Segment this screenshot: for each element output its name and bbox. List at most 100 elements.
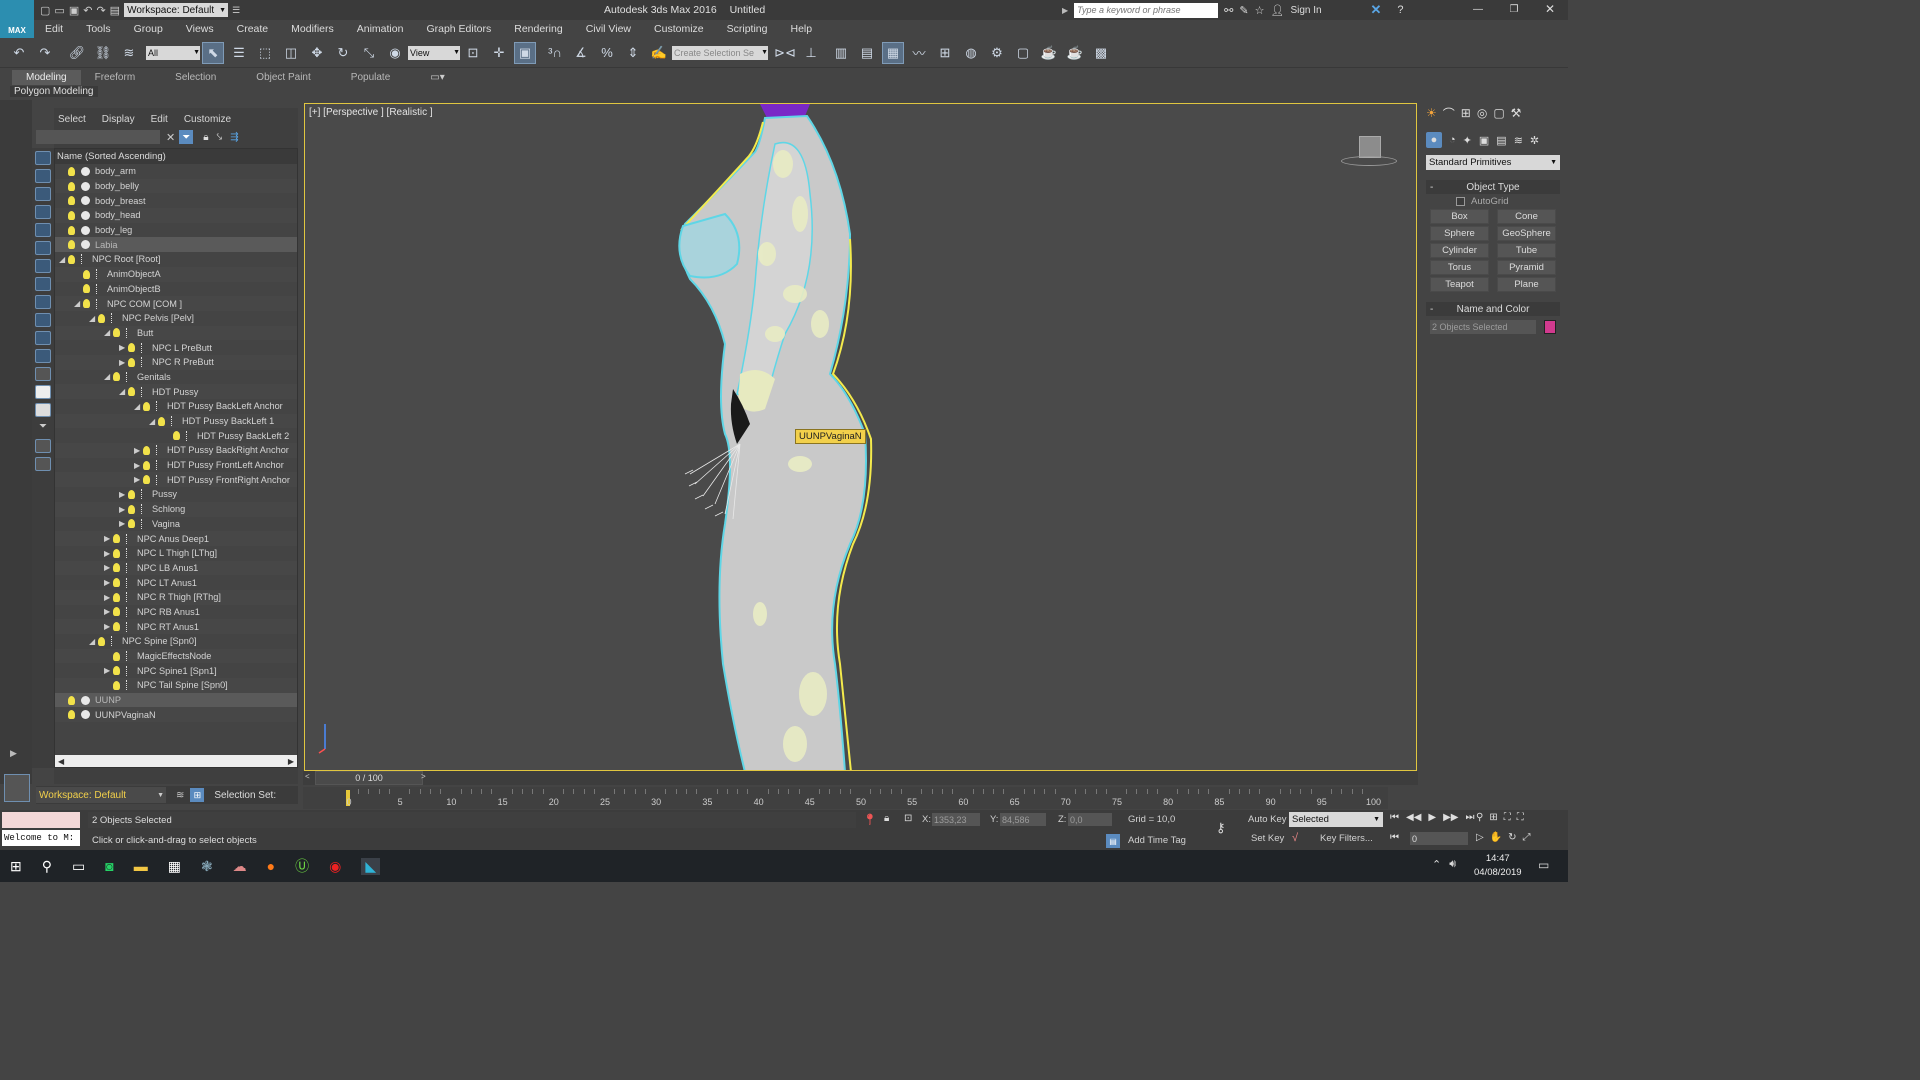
new-file-icon[interactable]: ▢ [40, 4, 50, 17]
key-mode-dropdown[interactable]: Selected ▼ [1289, 812, 1383, 827]
keyboard-shortcut-override-icon[interactable]: ▣ [514, 41, 536, 64]
menu-scripting[interactable]: Scripting [727, 23, 768, 35]
expand-arrow-icon[interactable]: ▶ [119, 505, 128, 514]
create-tab-icon[interactable]: ☀ [1426, 106, 1437, 120]
clock-date[interactable]: 04/08/2019 [1474, 867, 1522, 878]
visibility-bulb-icon[interactable] [68, 240, 75, 250]
expand-arrow-icon[interactable]: ▶ [104, 593, 113, 602]
object-name-field[interactable]: 2 Objects Selected [1430, 320, 1536, 334]
percent-snap-icon[interactable]: % [596, 42, 618, 64]
favorites-star-icon[interactable]: ☆ [1255, 4, 1265, 17]
display-frozen-icon[interactable] [35, 331, 51, 345]
tab-modeling[interactable]: Modeling [12, 69, 81, 85]
collapse-arrow-icon[interactable]: ◢ [104, 328, 113, 337]
render-setup-icon[interactable]: ⚙ [986, 42, 1008, 64]
user-icon[interactable]: 👤︎ [1270, 4, 1284, 17]
visibility-bulb-icon[interactable] [113, 680, 120, 690]
ribbon-options-icon[interactable]: ▭▾ [430, 72, 444, 83]
display-helpers-icon[interactable] [35, 223, 51, 237]
visibility-bulb-icon[interactable] [98, 313, 105, 323]
collapse-arrow-icon[interactable]: ◢ [149, 417, 158, 426]
tree-row[interactable]: ▶ NPC R Thigh [RThg] [55, 589, 297, 605]
tree-row[interactable]: ◢ NPC Pelvis [Pelv] [55, 311, 297, 326]
zoom-icon[interactable]: ⚲ [1476, 812, 1483, 823]
visibility-bulb-icon[interactable] [143, 460, 150, 470]
tree-row[interactable]: Labia [55, 237, 297, 253]
collapse-arrow-icon[interactable]: ◢ [134, 402, 143, 411]
layer-manager-icon[interactable]: ▥ [830, 42, 852, 64]
visibility-bulb-icon[interactable] [113, 578, 120, 588]
visibility-bulb-icon[interactable] [113, 534, 120, 544]
menu-modifiers[interactable]: Modifiers [291, 23, 334, 35]
maximize-icon[interactable]: ❐ [1496, 4, 1532, 15]
app-icon-3[interactable]: ◉ [329, 858, 341, 875]
collapse-arrow-icon[interactable]: ◢ [74, 299, 83, 308]
visibility-bulb-icon[interactable] [113, 328, 120, 338]
visibility-bulb-icon[interactable] [98, 636, 105, 646]
tree-row[interactable]: ▶ NPC Spine1 [Spn1] [55, 663, 297, 678]
minimize-icon[interactable]: — [1460, 4, 1496, 15]
display-tab-icon[interactable]: ▢ [1493, 106, 1504, 120]
visibility-bulb-icon[interactable] [128, 343, 135, 353]
tree-row[interactable]: AnimObjectA [55, 266, 297, 282]
expand-arrow-icon[interactable]: ▶ [104, 578, 113, 587]
menu-customize[interactable]: Customize [654, 23, 704, 35]
named-selection-dropdown[interactable]: Create Selection Se ▼ [672, 45, 768, 60]
tree-row[interactable]: ▶ Pussy [55, 487, 297, 502]
visibility-bulb-icon[interactable] [113, 607, 120, 617]
tree-row[interactable]: ▶ Schlong [55, 501, 297, 517]
expand-arrow-icon[interactable]: ▶ [104, 666, 113, 675]
move-icon[interactable]: ✥ [306, 42, 328, 64]
geometry-icon[interactable]: ● [1426, 132, 1442, 148]
task-view-icon[interactable]: ▭ [72, 858, 85, 875]
goto-end-icon[interactable]: ⏭ [1465, 812, 1474, 823]
current-frame-field[interactable]: 0 [1410, 832, 1468, 845]
lights-icon[interactable]: ✦ [1463, 134, 1472, 147]
fov-icon[interactable]: ▷ [1476, 832, 1484, 843]
visibility-bulb-icon[interactable] [68, 710, 75, 720]
auto-key-button[interactable]: Auto Key [1248, 814, 1287, 825]
quick-access-menu-icon[interactable]: ☰ [232, 5, 240, 16]
key-icon[interactable]: ⚷ [1216, 820, 1226, 836]
curve-icon[interactable]: √ [1292, 832, 1298, 844]
close-icon[interactable]: ✕ [1532, 2, 1568, 16]
tree-row[interactable]: ◢ NPC COM [COM ] [55, 296, 297, 311]
display-containers-icon[interactable] [35, 313, 51, 327]
viewcube-ring[interactable] [1341, 156, 1397, 166]
collapse-arrow-icon[interactable]: ◢ [59, 255, 68, 264]
visibility-bulb-icon[interactable] [83, 299, 90, 309]
display-groups-icon[interactable] [35, 259, 51, 273]
select-children-icon[interactable]: ⤥ [217, 132, 223, 143]
visibility-bulb-icon[interactable] [68, 225, 75, 235]
expand-arrow-icon[interactable]: ▶ [134, 475, 143, 484]
rect-selection-icon[interactable]: ⬚ [254, 42, 276, 64]
visibility-bulb-icon[interactable] [143, 445, 150, 455]
curve-editor-icon[interactable]: 〰 [908, 42, 930, 64]
clock-time[interactable]: 14:47 [1474, 853, 1522, 864]
visibility-bulb-icon[interactable] [113, 548, 120, 558]
visibility-bulb-icon[interactable] [113, 592, 120, 602]
visibility-bulb-icon[interactable] [68, 210, 75, 220]
link-icon[interactable]: 🔗︎ [66, 42, 88, 64]
window-crossing-icon[interactable]: ◫ [280, 42, 302, 64]
mirror-icon[interactable]: ⊳⊲ [774, 42, 796, 64]
systems-icon[interactable]: ✲ [1530, 134, 1539, 147]
object-color-swatch[interactable] [1544, 320, 1556, 334]
maximize-viewport-icon[interactable]: ⤢ [1523, 832, 1531, 843]
viewcube[interactable] [1341, 136, 1397, 170]
key-mode-toggle-icon[interactable]: ⏮ [1390, 832, 1399, 843]
edit-named-selection-icon[interactable]: ✍ [648, 42, 670, 64]
search-icon[interactable]: ⚲ [42, 858, 52, 875]
display-geometry-icon[interactable] [35, 151, 51, 165]
viewcube-face[interactable] [1359, 136, 1381, 158]
visibility-bulb-icon[interactable] [128, 357, 135, 367]
open-file-icon[interactable]: ▭ [54, 4, 64, 17]
render-iterative-icon[interactable]: ☕ [1064, 42, 1086, 64]
tree-row[interactable]: ▶ NPC R PreButt [55, 354, 297, 370]
display-spacewarps-icon[interactable] [35, 241, 51, 255]
visibility-bulb-icon[interactable] [68, 695, 75, 705]
scroll-left-icon[interactable]: ◀ [58, 757, 64, 766]
goto-start-icon[interactable]: ⏮ [1390, 812, 1399, 823]
tree-row[interactable]: ▶ NPC L Thigh [LThg] [55, 546, 297, 561]
time-next-icon[interactable]: > [421, 772, 426, 781]
